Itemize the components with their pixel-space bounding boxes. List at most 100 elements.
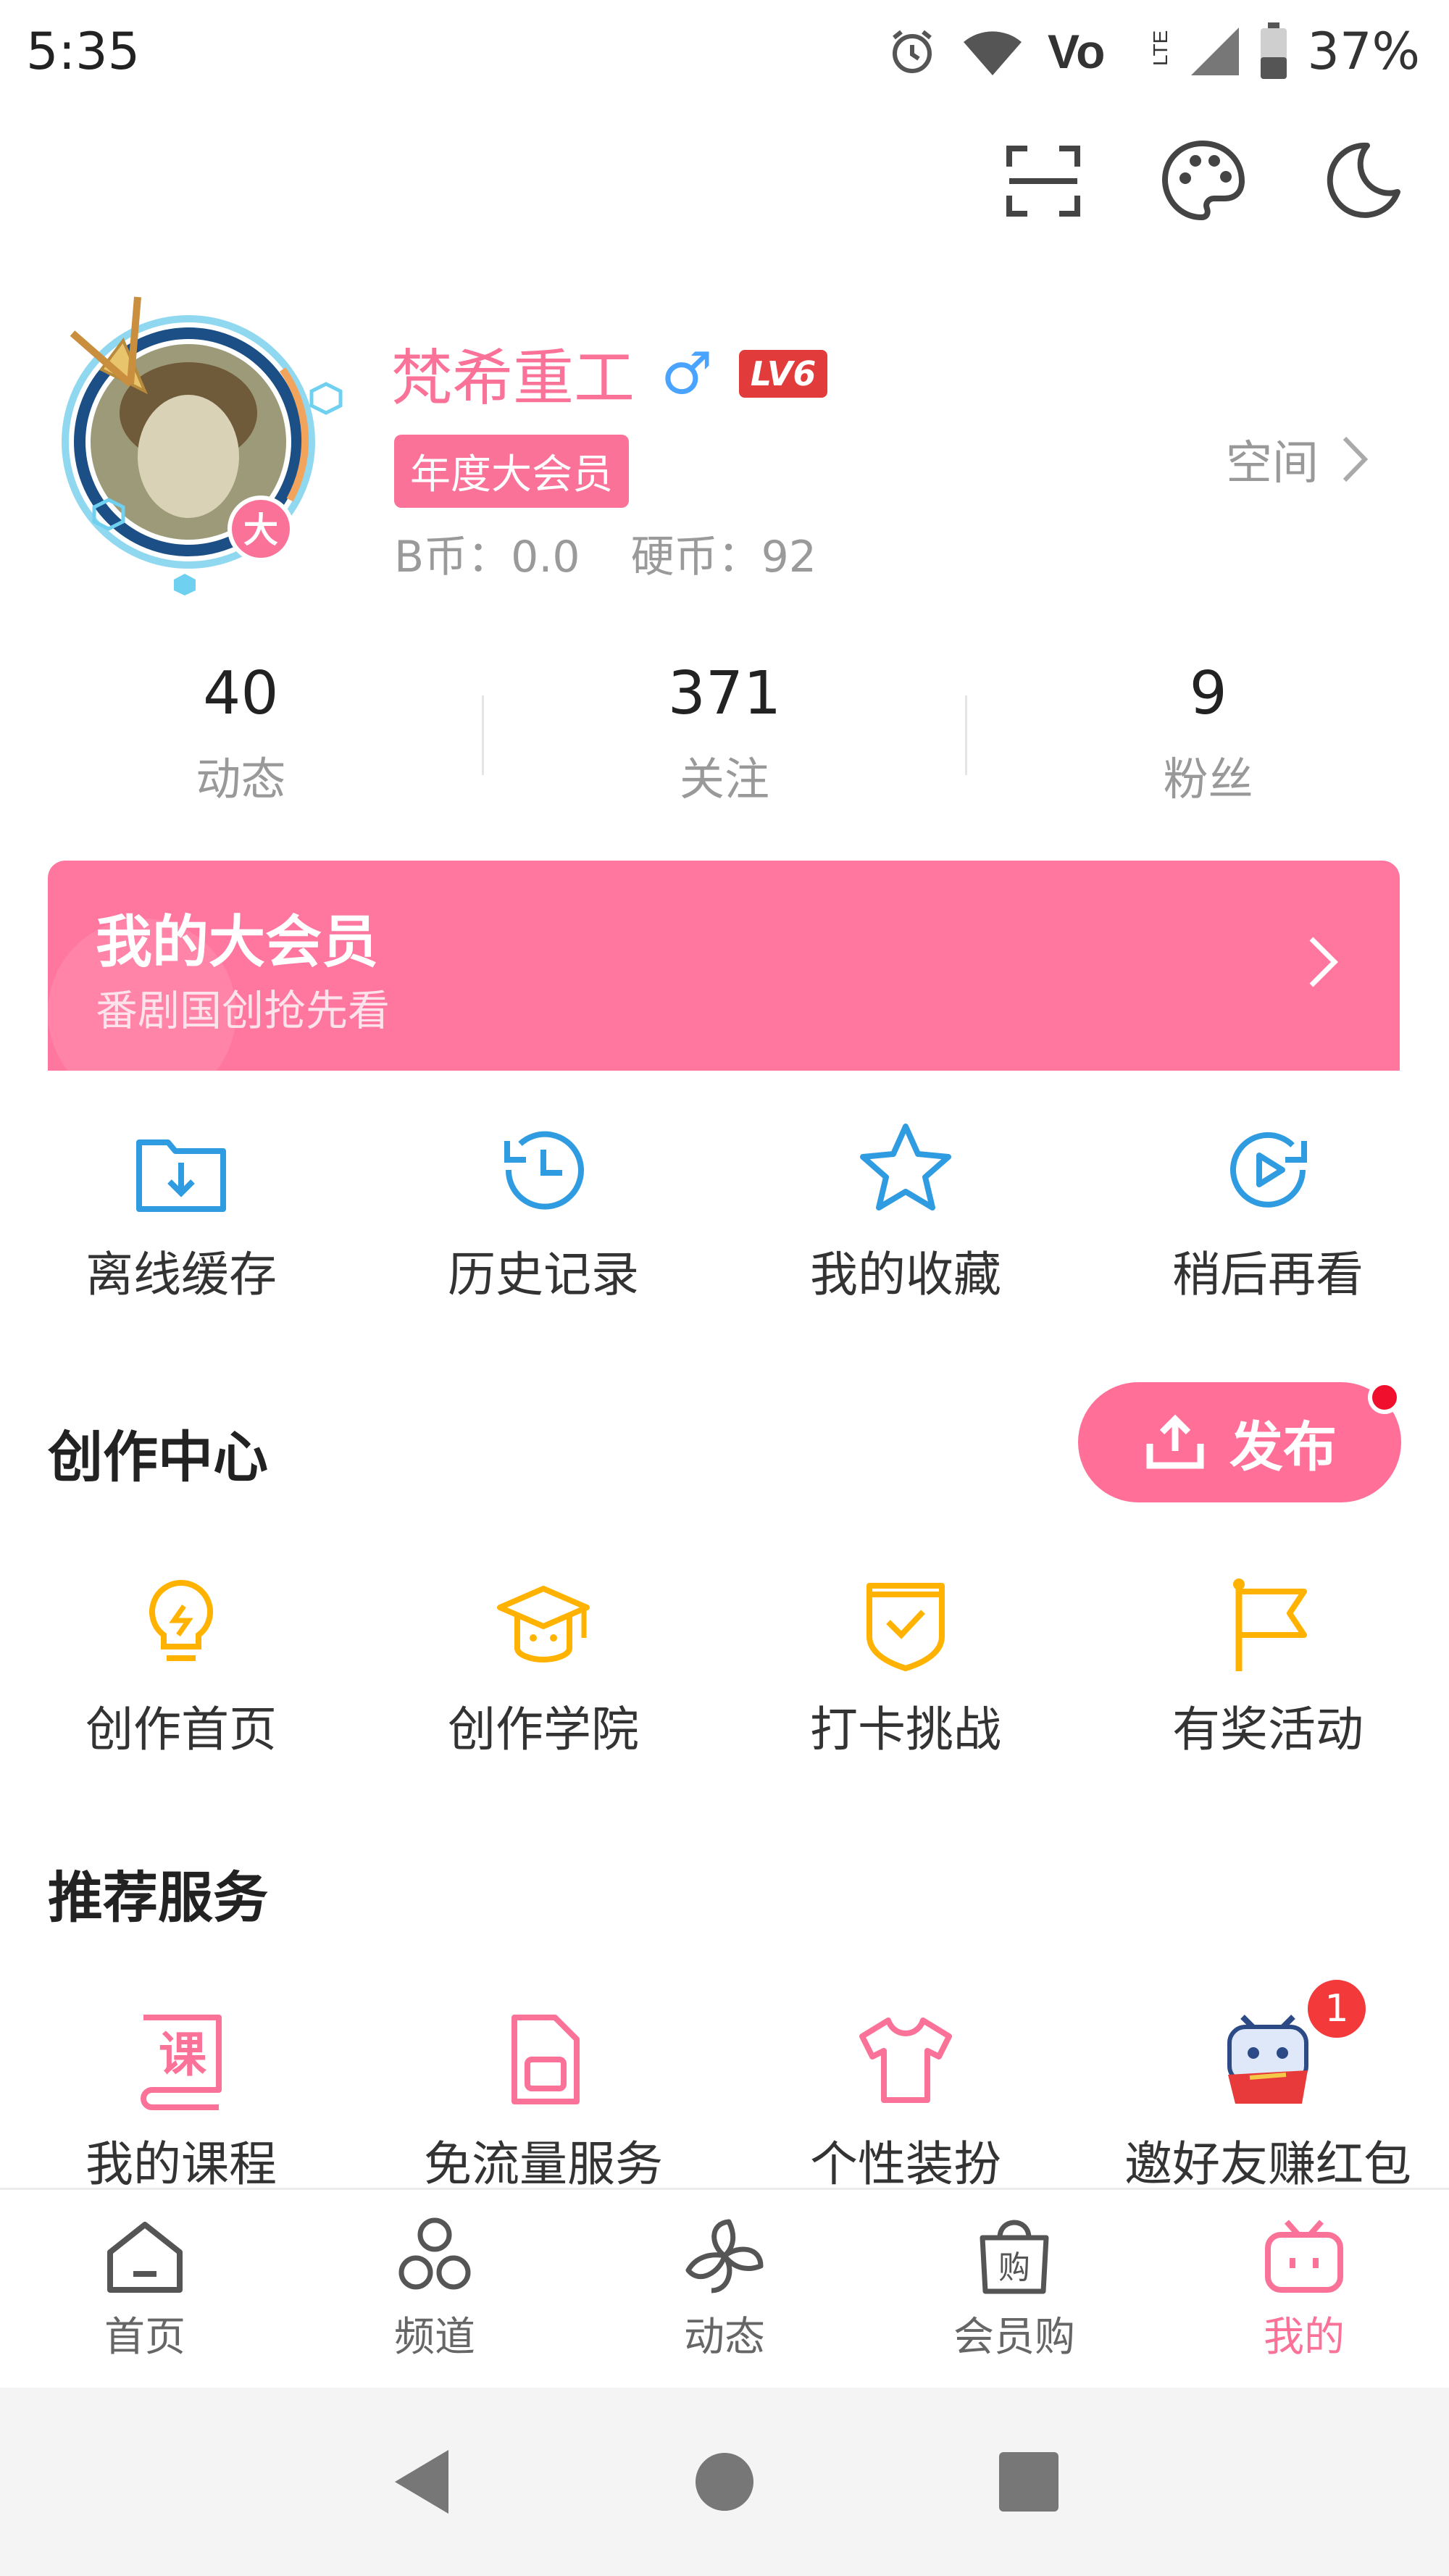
username-row: 梵希重工 ♂ LV6 — [391, 330, 828, 417]
vip-banner[interactable]: 我的大会员 番剧国创抢先看 — [48, 861, 1400, 1071]
creation-label: 有奖活动 — [1172, 1702, 1364, 1757]
quick-actions: 离线缓存 历史记录 我的收藏 稍后再看 — [0, 1116, 1449, 1305]
stat-value: 40 — [203, 659, 279, 728]
avatar[interactable]: 大 — [29, 283, 348, 601]
service-data-free[interactable]: 免流量服务 — [362, 2005, 724, 2195]
creation-label: 创作学院 — [448, 1702, 639, 1757]
creation-center-items: 创作首页 创作学院 打卡挑战 有奖活动 — [0, 1571, 1449, 1760]
quick-action-label: 历史记录 — [448, 1247, 639, 1302]
username[interactable]: 梵希重工 — [391, 330, 635, 417]
wifi-icon — [964, 31, 1022, 75]
checkin-challenge[interactable]: 打卡挑战 — [724, 1571, 1087, 1760]
stat-following[interactable]: 371 关注 — [484, 652, 966, 819]
publish-button[interactable]: 发布 — [1078, 1381, 1401, 1502]
quick-action-watch-later[interactable]: 稍后再看 — [1087, 1116, 1449, 1305]
stat-dynamics[interactable]: 40 动态 — [0, 652, 482, 819]
nav-label: 首页 — [104, 2314, 185, 2361]
stat-label: 关注 — [680, 753, 770, 806]
reward-activities[interactable]: 有奖活动 — [1087, 1571, 1449, 1760]
avatar-vip-badge: 大 — [243, 510, 278, 551]
battery-icon — [1261, 22, 1287, 79]
nav-label: 我的 — [1264, 2314, 1345, 2361]
creation-center-title: 创作中心 — [48, 1425, 268, 1489]
nav-label: 频道 — [394, 2314, 475, 2361]
star-icon — [860, 1124, 951, 1210]
quick-action-label: 我的收藏 — [810, 1247, 1001, 1302]
hard-coins: 硬币：92 — [630, 532, 817, 582]
top-action-bar — [1000, 138, 1406, 225]
stat-value: 371 — [667, 659, 782, 728]
b-coins: B币：0.0 — [394, 532, 580, 582]
battery-percent: 37% — [1307, 22, 1420, 81]
night-mode-icon — [1327, 142, 1400, 218]
notification-badge: 1 — [1304, 1976, 1369, 2041]
course-book-icon: 课 — [141, 2015, 222, 2110]
tv-mascot-icon — [1227, 2015, 1308, 2104]
tshirt-icon — [859, 2017, 952, 2103]
shopping-bag-icon: 购 — [980, 2220, 1049, 2294]
vip-banner-title: 我的大会员 — [96, 910, 379, 975]
space-label: 空间 — [1226, 437, 1319, 490]
flag-icon — [1233, 1578, 1307, 1671]
stats-row: 40 动态 371 关注 9 粉丝 — [0, 652, 1449, 819]
nav-mine[interactable]: 我的 — [1159, 2190, 1449, 2390]
stat-value: 9 — [1189, 659, 1227, 728]
creation-home[interactable]: 创作首页 — [0, 1571, 362, 1760]
recommended-services-items: 课 我的课程 免流量服务 个性装扮 1 邀好友赚红包 — [0, 1976, 1449, 2195]
service-my-courses[interactable]: 课 我的课程 — [0, 2005, 362, 2195]
nav-home[interactable]: 首页 — [0, 2190, 290, 2390]
system-nav-bar — [0, 2388, 1449, 2576]
volte-icon: Vo LTE — [1048, 26, 1171, 77]
back-icon[interactable] — [388, 2446, 453, 2518]
signal-icon — [1191, 28, 1240, 75]
alarm-icon — [893, 30, 932, 73]
gender-male-icon: ♂ — [661, 340, 713, 407]
creation-academy[interactable]: 创作学院 — [362, 1571, 724, 1760]
chevron-right-icon — [1342, 436, 1369, 482]
sim-card-icon — [511, 2015, 580, 2104]
quick-action-history[interactable]: 历史记录 — [362, 1116, 724, 1305]
space-link[interactable]: 空间 — [1226, 426, 1369, 493]
service-label: 个性装扮 — [810, 2136, 1001, 2192]
watch-later-icon — [1230, 1132, 1307, 1208]
channels-icon — [398, 2217, 471, 2290]
theme-button[interactable] — [1159, 138, 1246, 225]
coins-row: B币：0.0 硬币：92 — [394, 522, 817, 585]
service-personal-dressup[interactable]: 个性装扮 — [724, 2005, 1087, 2195]
night-mode-button[interactable] — [1319, 138, 1406, 225]
home-icon — [107, 2222, 183, 2293]
scan-button[interactable] — [1000, 138, 1087, 225]
recents-icon[interactable] — [996, 2449, 1061, 2514]
palette-icon — [1161, 140, 1245, 221]
avatar-frame: 大 — [62, 296, 343, 595]
svg-text:课: 课 — [159, 2026, 207, 2083]
nav-label: 动态 — [684, 2314, 765, 2361]
bottom-nav: 首页 频道 动态 购 会员购 我的 — [0, 2188, 1449, 2390]
vip-banner-subtitle: 番剧国创抢先看 — [96, 986, 391, 1035]
nav-dynamics[interactable]: 动态 — [580, 2190, 869, 2390]
notification-dot — [1368, 1381, 1401, 1414]
nav-vip-shop[interactable]: 购 会员购 — [869, 2190, 1159, 2390]
tv-icon — [1265, 2220, 1343, 2293]
shield-check-icon — [867, 1583, 945, 1671]
stat-fans[interactable]: 9 粉丝 — [967, 652, 1449, 819]
creation-label: 创作首页 — [85, 1702, 277, 1757]
creation-label: 打卡挑战 — [810, 1702, 1001, 1757]
nav-label: 会员购 — [953, 2314, 1075, 2361]
vip-tag[interactable]: 年度大会员 — [394, 435, 629, 508]
pinwheel-icon — [685, 2219, 764, 2293]
quick-action-offline-cache[interactable]: 离线缓存 — [0, 1116, 362, 1305]
service-label: 免流量服务 — [424, 2136, 663, 2192]
history-clock-icon — [504, 1131, 584, 1210]
service-label: 我的课程 — [85, 2136, 277, 2192]
service-invite-friends[interactable]: 1 邀好友赚红包 — [1087, 1976, 1449, 2195]
recommended-services-title: 推荐服务 — [48, 1865, 268, 1930]
home-circle-icon[interactable] — [692, 2449, 757, 2514]
nav-channels[interactable]: 频道 — [290, 2190, 580, 2390]
svg-text:购: 购 — [998, 2249, 1030, 2286]
quick-action-label: 离线缓存 — [85, 1247, 277, 1302]
quick-action-label: 稍后再看 — [1172, 1247, 1364, 1302]
status-time: 5:35 — [26, 22, 141, 81]
quick-action-favorites[interactable]: 我的收藏 — [724, 1116, 1087, 1305]
stat-label: 粉丝 — [1163, 753, 1253, 806]
